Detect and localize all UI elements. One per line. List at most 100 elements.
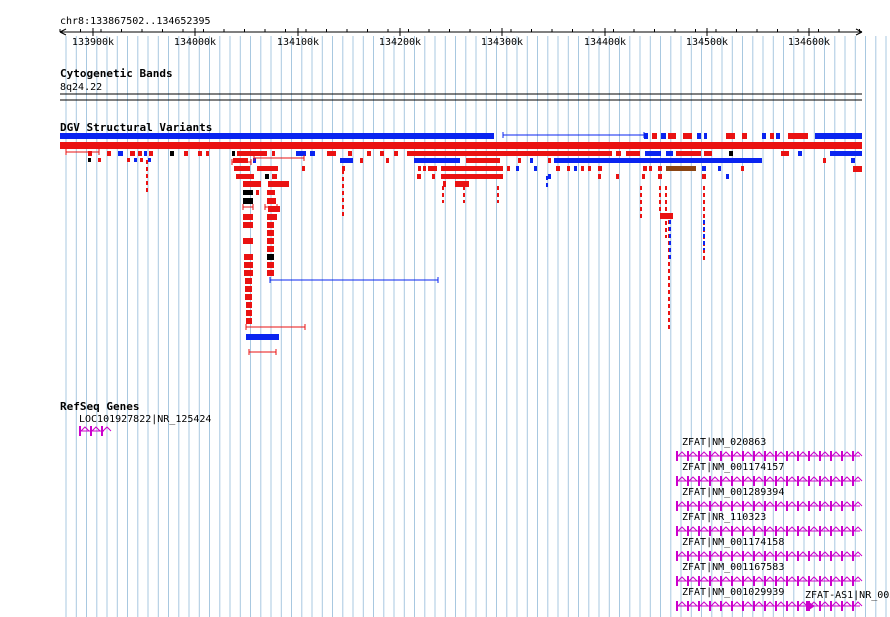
dgv-variant[interactable] — [267, 262, 274, 268]
dgv-variant[interactable] — [394, 151, 398, 156]
dgv-variant[interactable] — [518, 158, 521, 163]
dgv-variant[interactable] — [242, 204, 254, 210]
dgv-variant[interactable] — [418, 166, 421, 171]
dgv-variant[interactable] — [548, 158, 551, 163]
dgv-variant[interactable] — [243, 222, 253, 228]
dgv-variant[interactable] — [118, 151, 123, 156]
dgv-variant[interactable] — [502, 132, 645, 138]
dgv-variant[interactable] — [234, 166, 250, 171]
dgv-variant[interactable] — [770, 133, 774, 139]
dgv-variant[interactable] — [830, 151, 862, 156]
dgv-variant[interactable] — [702, 174, 706, 179]
dgv-variant[interactable] — [257, 166, 278, 171]
dgv-variant[interactable] — [666, 151, 673, 156]
dgv-variant[interactable] — [616, 174, 619, 179]
refseq-gene[interactable]: LOC101927822|NR_125424 — [79, 414, 211, 436]
dgv-variant[interactable] — [302, 166, 305, 171]
dgv-variant[interactable] — [507, 166, 510, 171]
dgv-variant[interactable] — [127, 158, 130, 162]
dgv-variant[interactable] — [455, 181, 469, 187]
dgv-variant[interactable] — [386, 158, 389, 163]
dgv-variant[interactable] — [267, 214, 277, 220]
dgv-variant[interactable] — [267, 198, 276, 204]
dgv-variant[interactable] — [236, 174, 254, 179]
dgv-variant[interactable] — [60, 133, 494, 139]
dgv-variant[interactable] — [407, 151, 612, 156]
dgv-variant[interactable] — [98, 158, 101, 162]
dgv-variant[interactable] — [88, 158, 91, 162]
dgv-variant[interactable] — [726, 174, 729, 179]
dgv-variant[interactable] — [245, 278, 252, 284]
refseq-gene[interactable]: ZFAT|NM_001174158 — [676, 537, 863, 561]
dgv-variant[interactable] — [170, 151, 174, 156]
dgv-variant[interactable] — [534, 166, 537, 171]
dgv-variant[interactable] — [232, 151, 235, 156]
refseq-gene-features[interactable]: LOC101927822|NR_125424 ZFAT|NM_020863 ZFAT… — [79, 414, 890, 611]
dgv-variant[interactable] — [644, 133, 648, 139]
dgv-variant[interactable] — [432, 174, 435, 179]
dgv-variant[interactable] — [267, 254, 274, 260]
dgv-variant[interactable] — [626, 151, 640, 156]
dgv-variant[interactable] — [652, 133, 657, 139]
refseq-gene[interactable]: ZFAT-AS1|NR_003 — [805, 590, 890, 611]
dgv-variant[interactable] — [417, 174, 421, 179]
dgv-variant[interactable] — [788, 133, 808, 139]
dgv-variant[interactable] — [823, 158, 826, 163]
dgv-variant[interactable] — [268, 181, 289, 187]
dgv-variant[interactable] — [729, 151, 733, 156]
dgv-variant[interactable] — [380, 151, 384, 156]
dgv-variant[interactable] — [516, 166, 519, 171]
dgv-variant[interactable] — [704, 151, 712, 156]
dgv-variant[interactable] — [466, 158, 500, 163]
dgv-variant[interactable] — [267, 222, 274, 228]
dgv-variant[interactable] — [243, 190, 253, 195]
dgv-variant[interactable] — [428, 166, 437, 171]
dgv-variant[interactable] — [248, 349, 277, 355]
dgv-variant[interactable] — [340, 158, 353, 163]
dgv-variant[interactable] — [441, 174, 503, 179]
dgv-variant[interactable] — [616, 151, 621, 156]
dgv-variant[interactable] — [267, 246, 274, 252]
dgv-variant[interactable] — [198, 151, 202, 156]
dgv-variant[interactable] — [574, 166, 577, 171]
dgv-variant[interactable] — [683, 133, 692, 139]
dgv-variant[interactable] — [360, 158, 363, 163]
dgv-variant[interactable] — [243, 238, 253, 244]
dgv-variant[interactable] — [741, 166, 744, 171]
refseq-gene[interactable]: ZFAT|NR_110323 — [676, 512, 863, 536]
dgv-variant[interactable] — [441, 166, 503, 171]
dgv-variant[interactable] — [649, 166, 652, 171]
dgv-variant[interactable] — [256, 190, 259, 195]
dgv-variant[interactable] — [658, 166, 662, 171]
dgv-variant[interactable] — [244, 254, 253, 260]
dgv-variant[interactable] — [246, 302, 252, 308]
dgv-variant[interactable] — [246, 334, 279, 340]
dgv-variant[interactable] — [661, 133, 666, 139]
dgv-variant[interactable] — [676, 151, 701, 156]
refseq-gene[interactable]: ZFAT|NM_001289394 — [676, 487, 863, 511]
dgv-variant[interactable] — [548, 174, 551, 179]
dgv-variant[interactable] — [567, 166, 570, 171]
dgv-variant[interactable] — [556, 166, 560, 171]
dgv-variant[interactable] — [645, 151, 661, 156]
refseq-gene[interactable]: ZFAT|NM_001167583 — [676, 562, 863, 586]
dgv-variant[interactable] — [206, 151, 209, 156]
dgv-variant[interactable] — [267, 238, 274, 244]
dgv-variant[interactable] — [134, 158, 137, 162]
dgv-variant[interactable] — [265, 174, 269, 179]
dgv-variant[interactable] — [245, 324, 306, 330]
refseq-gene[interactable]: ZFAT|NM_020863 — [676, 437, 863, 461]
dgv-variant[interactable] — [107, 151, 111, 156]
dgv-variant[interactable] — [851, 158, 855, 163]
dgv-variant[interactable] — [327, 151, 336, 156]
dgv-variant[interactable] — [704, 133, 707, 139]
dgv-variant[interactable] — [530, 158, 533, 163]
dgv-variant[interactable] — [642, 174, 645, 179]
dgv-variant[interactable] — [666, 166, 696, 171]
dgv-variant[interactable] — [668, 133, 676, 139]
dgv-variant[interactable] — [267, 190, 275, 195]
dgv-variant[interactable] — [598, 166, 602, 171]
dgv-variant[interactable] — [140, 158, 143, 162]
dgv-variant[interactable] — [781, 151, 789, 156]
dgv-variant[interactable] — [184, 151, 188, 156]
